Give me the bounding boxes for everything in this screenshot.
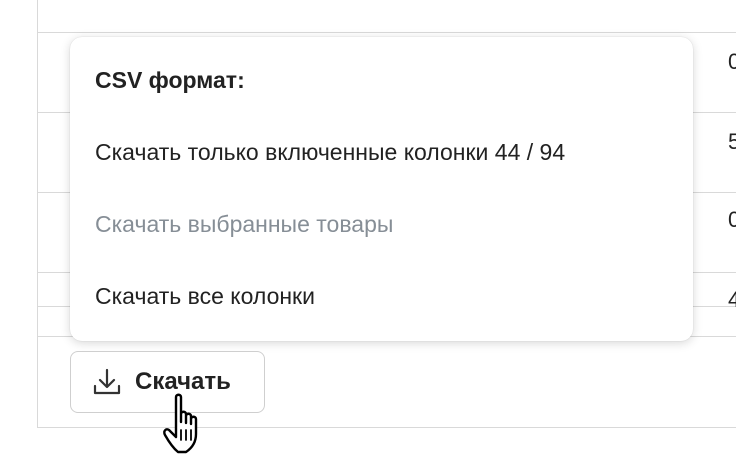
menu-item-download-enabled-columns[interactable]: Скачать только включенные колонки 44 / 9… <box>95 139 565 166</box>
menu-item-download-selected-products: Скачать выбранные товары <box>95 211 394 237</box>
table-row-divider <box>38 32 736 33</box>
hand-pointer-icon <box>163 393 198 454</box>
table-cell-value: 45 0 <box>728 287 736 312</box>
export-dropdown-menu: CSV формат: Скачать только включенные ко… <box>70 37 693 341</box>
table-cell-value: 56,8 <box>728 129 736 154</box>
table-cell-value: 08,9 <box>728 207 736 232</box>
download-icon <box>93 368 121 395</box>
menu-item-download-all-columns[interactable]: Скачать все колонки <box>95 283 315 310</box>
screen: 01,7 56,8 08,9 45 0 CSV формат: Скачать … <box>0 0 736 464</box>
menu-heading: CSV формат: <box>95 67 245 93</box>
table-cell-value: 01,7 <box>728 49 736 74</box>
